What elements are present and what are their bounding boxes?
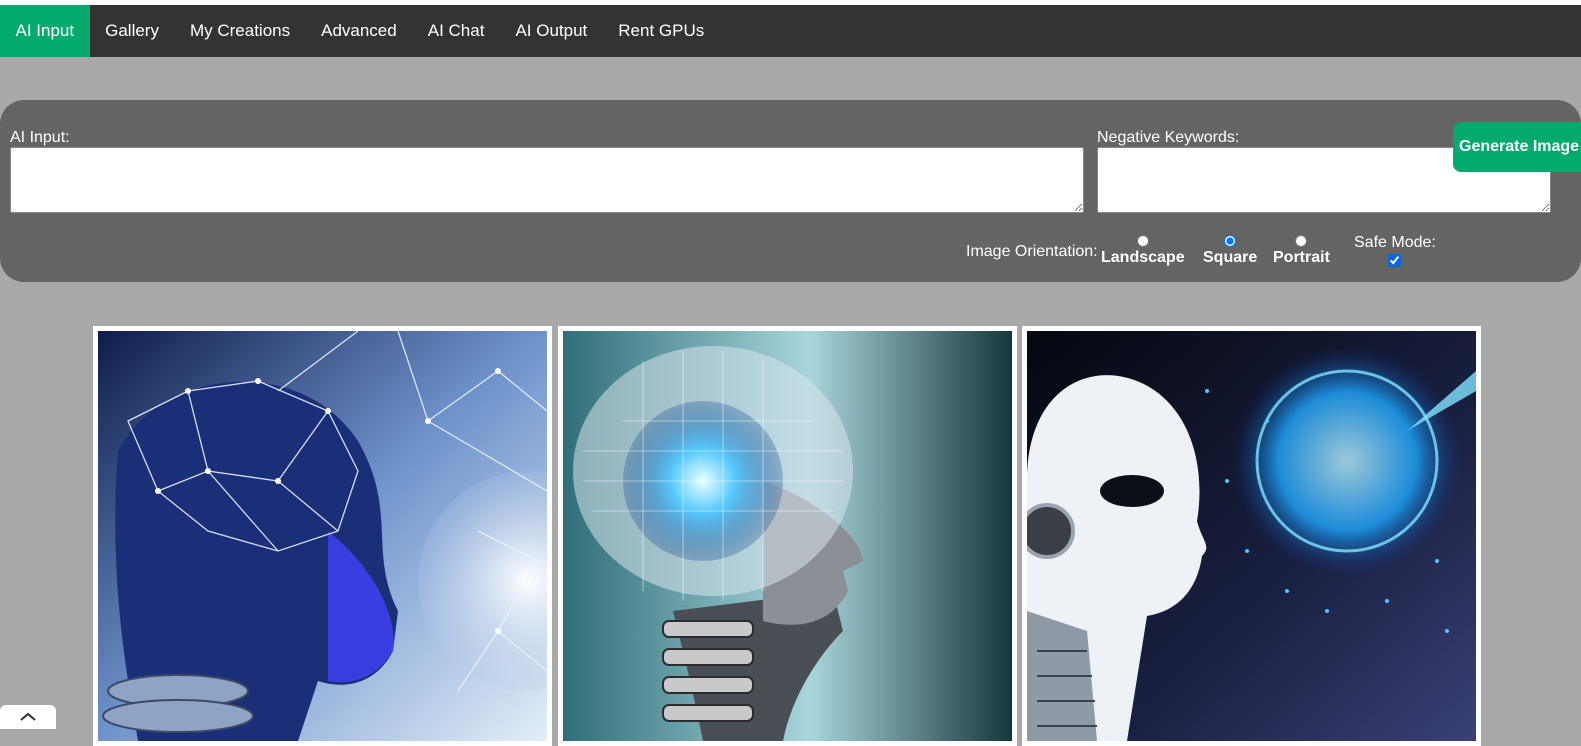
square-radio[interactable] [1224, 235, 1237, 247]
ai-input-textarea[interactable] [10, 147, 1084, 213]
top-navbar: AI Input Gallery My Creations Advanced A… [0, 5, 1581, 57]
portrait-label: Portrait [1273, 249, 1330, 266]
image-orientation-label: Image Orientation: [966, 243, 1098, 260]
generate-image-button[interactable]: Generate Image [1453, 122, 1581, 172]
nav-tab-rent-gpus[interactable]: Rent GPUs [603, 5, 720, 57]
safe-mode-label: Safe Mode: [1354, 234, 1436, 251]
chevron-up-icon [20, 712, 36, 721]
orientation-option-landscape[interactable]: Landscape [1101, 235, 1185, 267]
landscape-radio[interactable] [1136, 235, 1149, 247]
orientation-option-portrait[interactable]: Portrait [1273, 235, 1330, 267]
scroll-to-top-button[interactable] [0, 705, 56, 729]
ai-input-label: AI Input: [10, 129, 70, 146]
nav-tab-ai-chat[interactable]: AI Chat [412, 5, 500, 57]
negative-keywords-label: Negative Keywords: [1097, 129, 1240, 146]
nav-tab-gallery[interactable]: Gallery [90, 5, 175, 57]
ai-input-panel: AI Input: Negative Keywords: Image Orien… [0, 100, 1581, 282]
nav-tab-advanced[interactable]: Advanced [306, 5, 413, 57]
orientation-option-square[interactable]: Square [1203, 235, 1257, 267]
gallery-card[interactable] [1022, 326, 1481, 746]
safe-mode-checkbox[interactable] [1388, 254, 1402, 267]
square-label: Square [1203, 249, 1258, 266]
gallery-card[interactable] [93, 326, 552, 746]
gallery-image-neural-head [98, 331, 547, 741]
nav-tab-my-creations[interactable]: My Creations [174, 5, 305, 57]
portrait-radio[interactable] [1295, 235, 1308, 247]
nav-tab-ai-output[interactable]: AI Output [500, 5, 603, 57]
gallery-image-circuit-brain [563, 331, 1012, 741]
gallery-image-robot-sphere [1027, 331, 1476, 741]
gallery-card[interactable] [558, 326, 1017, 746]
landscape-label: Landscape [1101, 249, 1185, 266]
safe-mode-control: Safe Mode: [1354, 234, 1436, 267]
nav-tab-ai-input[interactable]: AI Input [0, 5, 90, 57]
